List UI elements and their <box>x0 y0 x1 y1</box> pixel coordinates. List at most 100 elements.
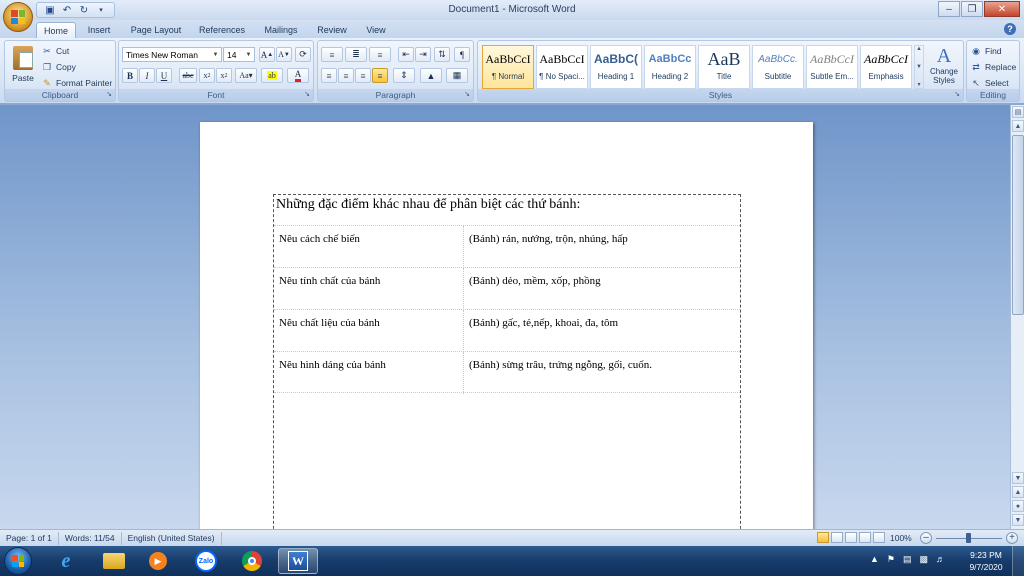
table-row[interactable]: Nêu chất liệu của bánh (Bánh) gấc, tẻ,nế… <box>274 309 740 352</box>
decrease-indent-icon[interactable]: ⇤ <box>398 47 414 62</box>
show-desktop-button[interactable] <box>1012 546 1024 576</box>
flag-icon[interactable]: ⚑ <box>887 554 895 565</box>
bold-button[interactable]: B <box>122 68 138 83</box>
style-heading-1[interactable]: AaBbC( Heading 1 <box>590 45 642 89</box>
format-painter-button[interactable]: ✎ Format Painter <box>41 76 112 90</box>
system-clock[interactable]: 9:23 PM 9/7/2020 <box>962 549 1010 573</box>
print-layout-icon[interactable] <box>817 532 829 543</box>
scroll-up-icon[interactable]: ▲ <box>1012 120 1024 132</box>
pilcrow-icon[interactable]: ¶ <box>454 47 470 62</box>
subscript-button[interactable]: x2 <box>199 68 215 83</box>
scroll-down-icon[interactable]: ▼ <box>1012 472 1024 484</box>
align-left-icon[interactable]: ≡ <box>321 68 337 83</box>
language-indicator[interactable]: English (United States) <box>122 531 222 545</box>
line-spacing-icon[interactable]: ⇕ <box>393 68 415 83</box>
minimize-button[interactable]: – <box>938 1 960 17</box>
next-page-icon[interactable]: ▼ <box>1012 514 1024 526</box>
paste-button[interactable]: Paste <box>9 44 37 88</box>
change-case-button[interactable]: Aa▾ <box>235 68 257 83</box>
media-player-icon[interactable]: ▶ <box>138 548 178 574</box>
styles-gallery-scroll[interactable]: ▲ ▼ ▾ <box>914 45 924 89</box>
file-explorer-icon[interactable] <box>94 548 134 574</box>
justify-icon[interactable]: ≡ <box>372 68 388 83</box>
dialog-launcher-icon[interactable]: ↘ <box>463 91 471 99</box>
table-row[interactable]: Nêu tính chất của bánh (Bánh) dẻo, mềm, … <box>274 267 740 310</box>
vertical-scrollbar[interactable]: ▤ ▲ ▼ ▲ ● ▼ <box>1010 105 1024 529</box>
dialog-launcher-icon[interactable]: ↘ <box>105 91 113 99</box>
table-row[interactable]: Nêu cách chế biến (Bánh) rán, nướng, trộ… <box>274 225 740 268</box>
font-color-icon[interactable]: A <box>287 68 309 83</box>
zoom-out-icon[interactable]: – <box>920 532 932 544</box>
underline-button[interactable]: U <box>156 68 172 83</box>
restore-button[interactable]: ❐ <box>961 1 983 17</box>
align-center-icon[interactable]: ≡ <box>338 68 354 83</box>
increase-indent-icon[interactable]: ⇥ <box>415 47 431 62</box>
ruler-toggle-icon[interactable]: ▤ <box>1012 106 1024 118</box>
zoom-slider-thumb[interactable] <box>966 533 971 543</box>
style-subtitle[interactable]: AaBbCc. Subtitle <box>752 45 804 89</box>
style-subtle-emphasis[interactable]: AaBbCcI Subtle Em... <box>806 45 858 89</box>
internet-explorer-icon[interactable]: e <box>46 548 86 574</box>
zoom-in-icon[interactable]: + <box>1006 532 1018 544</box>
chevron-up-icon[interactable]: ▲ <box>916 46 922 52</box>
chrome-icon[interactable] <box>232 548 272 574</box>
change-styles-button[interactable]: A Change Styles <box>926 45 962 89</box>
find-button[interactable]: ◉ Find <box>970 44 1001 58</box>
browse-object-icon[interactable]: ● <box>1012 500 1024 512</box>
style-heading-2[interactable]: AaBbCc Heading 2 <box>644 45 696 89</box>
replace-button[interactable]: ⇄ Replace <box>970 60 1016 74</box>
tab-page-layout[interactable]: Page Layout <box>124 22 188 38</box>
outline-icon[interactable] <box>859 532 871 543</box>
word-taskbar-icon[interactable]: W <box>278 548 318 574</box>
font-size-select[interactable]: 14 ▼ <box>223 47 255 62</box>
volume-icon[interactable]: ♬ <box>936 554 945 565</box>
shading-icon[interactable]: ▲ <box>420 68 442 83</box>
font-family-select[interactable]: Times New Roman ▼ <box>122 47 222 62</box>
table-row[interactable]: Nêu hình dáng của bánh (Bánh) sừng trâu,… <box>274 351 740 394</box>
zoom-level[interactable]: 100% <box>890 533 912 543</box>
document-page[interactable]: Những đặc điểm khác nhau để phân biệt cá… <box>200 122 813 529</box>
tab-insert[interactable]: Insert <box>80 22 118 38</box>
start-button[interactable] <box>4 547 32 575</box>
tab-home[interactable]: Home <box>36 22 76 38</box>
copy-button[interactable]: ❐ Copy <box>41 60 76 74</box>
grow-font-button[interactable]: A ▲ <box>259 47 275 62</box>
zalo-icon[interactable]: Zalo <box>186 548 226 574</box>
web-layout-icon[interactable] <box>845 532 857 543</box>
borders-icon[interactable]: ▦ <box>446 68 468 83</box>
show-hidden-icons[interactable]: ▲ <box>870 554 879 565</box>
style-title[interactable]: AaB Title <box>698 45 750 89</box>
tab-review[interactable]: Review <box>312 22 352 38</box>
office-button[interactable] <box>3 2 33 32</box>
previous-page-icon[interactable]: ▲ <box>1012 486 1024 498</box>
document-table[interactable]: Những đặc điểm khác nhau để phân biệt cá… <box>273 194 741 529</box>
network-icon[interactable]: ▩ <box>920 554 929 565</box>
align-right-icon[interactable]: ≡ <box>355 68 371 83</box>
scrollbar-thumb[interactable] <box>1012 135 1024 315</box>
sort-icon[interactable]: ⇅ <box>434 47 450 62</box>
dialog-launcher-icon[interactable]: ↘ <box>953 91 961 99</box>
italic-button[interactable]: I <box>139 68 155 83</box>
bullets-icon[interactable]: ≡ <box>321 47 343 62</box>
select-button[interactable]: ↖ Select <box>970 76 1008 90</box>
superscript-button[interactable]: x2 <box>216 68 232 83</box>
close-button[interactable]: ✕ <box>984 1 1020 17</box>
word-count[interactable]: Words: 11/54 <box>59 531 122 545</box>
multilevel-list-icon[interactable]: ≡ <box>369 47 391 62</box>
style-emphasis[interactable]: AaBbCcI Emphasis <box>860 45 912 89</box>
device-icon[interactable]: ▤ <box>903 554 912 565</box>
more-icon[interactable]: ▾ <box>917 81 920 88</box>
style-no-spacing[interactable]: AaBbCcI ¶ No Spaci... <box>536 45 588 89</box>
style-normal[interactable]: AaBbCcI ¶ Normal <box>482 45 534 89</box>
full-screen-reading-icon[interactable] <box>831 532 843 543</box>
draft-icon[interactable] <box>873 532 885 543</box>
cut-button[interactable]: ✂ Cut <box>41 44 69 58</box>
page-count[interactable]: Page: 1 of 1 <box>0 531 59 545</box>
tab-references[interactable]: References <box>194 22 250 38</box>
help-icon[interactable]: ? <box>1004 23 1016 35</box>
shrink-font-button[interactable]: A ▼ <box>276 47 292 62</box>
clear-formatting-icon[interactable]: ⟳ <box>295 47 311 62</box>
highlight-icon[interactable]: ab <box>261 68 283 83</box>
numbering-icon[interactable]: ≣ <box>345 47 367 62</box>
dialog-launcher-icon[interactable]: ↘ <box>303 91 311 99</box>
